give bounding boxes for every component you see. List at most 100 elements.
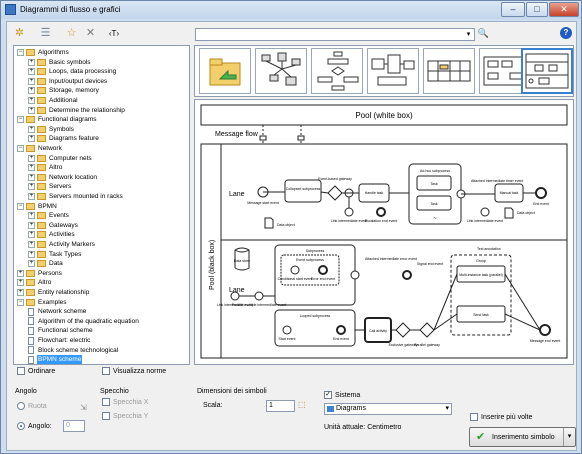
search-icon[interactable]: 🔍 bbox=[477, 27, 490, 40]
tree-item[interactable]: − Network bbox=[17, 144, 63, 153]
visualizza-norme-checkbox[interactable]: Visualizza norme bbox=[102, 367, 166, 377]
expand-icon[interactable]: + bbox=[28, 193, 35, 200]
angolo-radio[interactable]: Angolo: bbox=[17, 422, 52, 430]
gear-icon[interactable]: ✲ bbox=[13, 27, 26, 40]
tree-item[interactable]: Algorithm of the quadratic equation bbox=[28, 317, 140, 326]
expand-icon[interactable]: + bbox=[17, 279, 24, 287]
expand-icon[interactable]: + bbox=[28, 58, 35, 66]
tree-item[interactable]: + Diagrams feature bbox=[28, 134, 100, 143]
tree-item[interactable]: + Storage, memory bbox=[28, 86, 100, 95]
tree-item[interactable]: + Basic symbols bbox=[28, 58, 92, 67]
tree-item[interactable]: + Computer nets bbox=[28, 154, 93, 163]
expand-icon[interactable]: + bbox=[28, 154, 35, 162]
tree-item[interactable]: − Examples bbox=[17, 298, 68, 307]
ruota-radio-button[interactable] bbox=[17, 402, 25, 410]
angolo-input[interactable]: 0 bbox=[63, 420, 85, 432]
search-combo[interactable]: ▾ bbox=[195, 28, 475, 41]
thumbnail-electric[interactable] bbox=[423, 48, 475, 94]
maximize-button[interactable]: □ bbox=[526, 2, 548, 17]
tree-item[interactable]: + Altro bbox=[28, 163, 63, 172]
tree-item[interactable]: + Gateways bbox=[28, 221, 79, 230]
tree-item[interactable]: + Data bbox=[28, 259, 64, 268]
expand-icon[interactable]: + bbox=[28, 241, 35, 248]
help-icon[interactable]: ? bbox=[560, 27, 572, 39]
expand-icon[interactable]: + bbox=[28, 164, 35, 172]
specchia-x-checkbox[interactable]: Specchia X bbox=[102, 398, 148, 408]
expand-icon[interactable]: + bbox=[28, 173, 35, 181]
expand-icon[interactable]: + bbox=[28, 183, 35, 191]
expand-icon[interactable]: + bbox=[28, 260, 35, 268]
inserimento-simbolo-button[interactable]: ✔ Inserimento simbolo ▾ bbox=[469, 427, 576, 447]
thumbnail-folder-up[interactable] bbox=[199, 48, 251, 94]
tree-item[interactable]: BPMN scheme bbox=[28, 355, 83, 364]
tree-item[interactable]: Block scheme technological bbox=[28, 346, 119, 355]
thumbnail-network-scheme[interactable] bbox=[255, 48, 307, 94]
chevron-down-icon[interactable]: ▾ bbox=[445, 404, 449, 414]
tree-item[interactable]: − Algorithms bbox=[17, 48, 70, 57]
expand-icon[interactable]: + bbox=[28, 97, 35, 104]
expand-icon[interactable]: + bbox=[28, 77, 35, 85]
star-icon[interactable]: ☆ bbox=[65, 27, 78, 40]
collapse-icon[interactable]: − bbox=[17, 49, 24, 56]
tree-item[interactable]: − Functional diagrams bbox=[17, 115, 98, 124]
visualizza-norme-box[interactable] bbox=[102, 367, 110, 376]
chevron-down-icon[interactable]: ▾ bbox=[463, 29, 474, 40]
list-icon[interactable]: ☰ bbox=[39, 27, 52, 40]
tree-item[interactable]: + Network location bbox=[28, 173, 98, 182]
tree-item[interactable]: + Entity relationship bbox=[17, 288, 90, 297]
collapse-icon[interactable]: − bbox=[17, 298, 24, 306]
tree-item[interactable]: + Input/output devices bbox=[28, 77, 108, 86]
text-icon[interactable]: ‹T› bbox=[105, 27, 123, 40]
tree-item[interactable]: + Events bbox=[28, 211, 70, 220]
minimize-button[interactable]: – bbox=[501, 2, 525, 17]
chevron-down-icon[interactable]: ▾ bbox=[563, 428, 575, 446]
expand-icon[interactable]: + bbox=[28, 87, 35, 95]
thumbnail-bpmn-scheme[interactable] bbox=[521, 48, 573, 94]
expand-icon[interactable]: + bbox=[28, 231, 35, 239]
tree-item[interactable]: Functional scheme bbox=[28, 326, 94, 335]
ordinare-box[interactable] bbox=[17, 367, 25, 376]
expand-icon[interactable]: + bbox=[28, 212, 35, 220]
symbol-tree[interactable]: − Algorithms + Basic symbols + Loops, data pr… bbox=[13, 45, 190, 365]
scale-icon[interactable]: ⬚ bbox=[298, 400, 306, 409]
specchia-y-box[interactable] bbox=[102, 412, 110, 421]
inserire-piu-volte-checkbox[interactable]: Inserire più volte bbox=[470, 413, 532, 423]
sistema-checkbox[interactable]: ✓ Sistema bbox=[324, 391, 360, 401]
tree-item[interactable]: + Symbols bbox=[28, 125, 75, 134]
inserire-piu-volte-box[interactable] bbox=[470, 413, 478, 422]
specchia-x-box[interactable] bbox=[102, 398, 110, 407]
tree-item[interactable]: + Additional bbox=[28, 96, 79, 105]
expand-icon[interactable]: + bbox=[28, 135, 35, 143]
tree-item[interactable]: + Activities bbox=[28, 230, 76, 239]
collapse-icon[interactable]: − bbox=[17, 116, 24, 124]
tree-item[interactable]: + Task Types bbox=[28, 250, 82, 259]
ruota-radio[interactable]: Ruota bbox=[17, 402, 47, 410]
sistema-box[interactable]: ✓ bbox=[324, 391, 332, 400]
tree-item[interactable]: + Persons bbox=[17, 269, 63, 278]
thumbnail-functional[interactable] bbox=[367, 48, 419, 94]
tree-item[interactable]: Flowchart: electric bbox=[28, 336, 91, 345]
expand-icon[interactable]: + bbox=[28, 125, 35, 133]
scala-input[interactable]: 1 bbox=[266, 400, 295, 412]
thumbnail-quadratic[interactable] bbox=[311, 48, 363, 94]
expand-icon[interactable]: + bbox=[28, 106, 35, 114]
tree-item[interactable]: − BPMN bbox=[17, 202, 58, 211]
tree-item[interactable]: + Determine the relationship bbox=[28, 106, 126, 115]
tree-item[interactable]: + Servers bbox=[28, 182, 72, 191]
tree-item[interactable]: Network scheme bbox=[28, 307, 87, 316]
expand-icon[interactable]: + bbox=[17, 269, 24, 277]
expand-icon[interactable]: + bbox=[28, 68, 35, 76]
expand-icon[interactable]: + bbox=[28, 221, 35, 229]
close-button[interactable]: ✕ bbox=[549, 2, 579, 17]
expand-icon[interactable]: + bbox=[17, 289, 24, 296]
expand-icon[interactable]: + bbox=[28, 250, 35, 258]
ordinare-checkbox[interactable]: Ordinare bbox=[17, 367, 55, 377]
sistema-combo[interactable]: Diagrams ▾ bbox=[324, 403, 452, 415]
collapse-icon[interactable]: − bbox=[17, 145, 24, 152]
tree-item[interactable]: + Loops, data processing bbox=[28, 67, 117, 76]
angolo-radio-button[interactable] bbox=[17, 422, 25, 430]
tree-item[interactable]: + Altro bbox=[17, 278, 52, 287]
delete-icon[interactable]: ✕ bbox=[84, 27, 97, 40]
collapse-icon[interactable]: − bbox=[17, 202, 24, 210]
specchia-y-checkbox[interactable]: Specchia Y bbox=[102, 412, 148, 422]
